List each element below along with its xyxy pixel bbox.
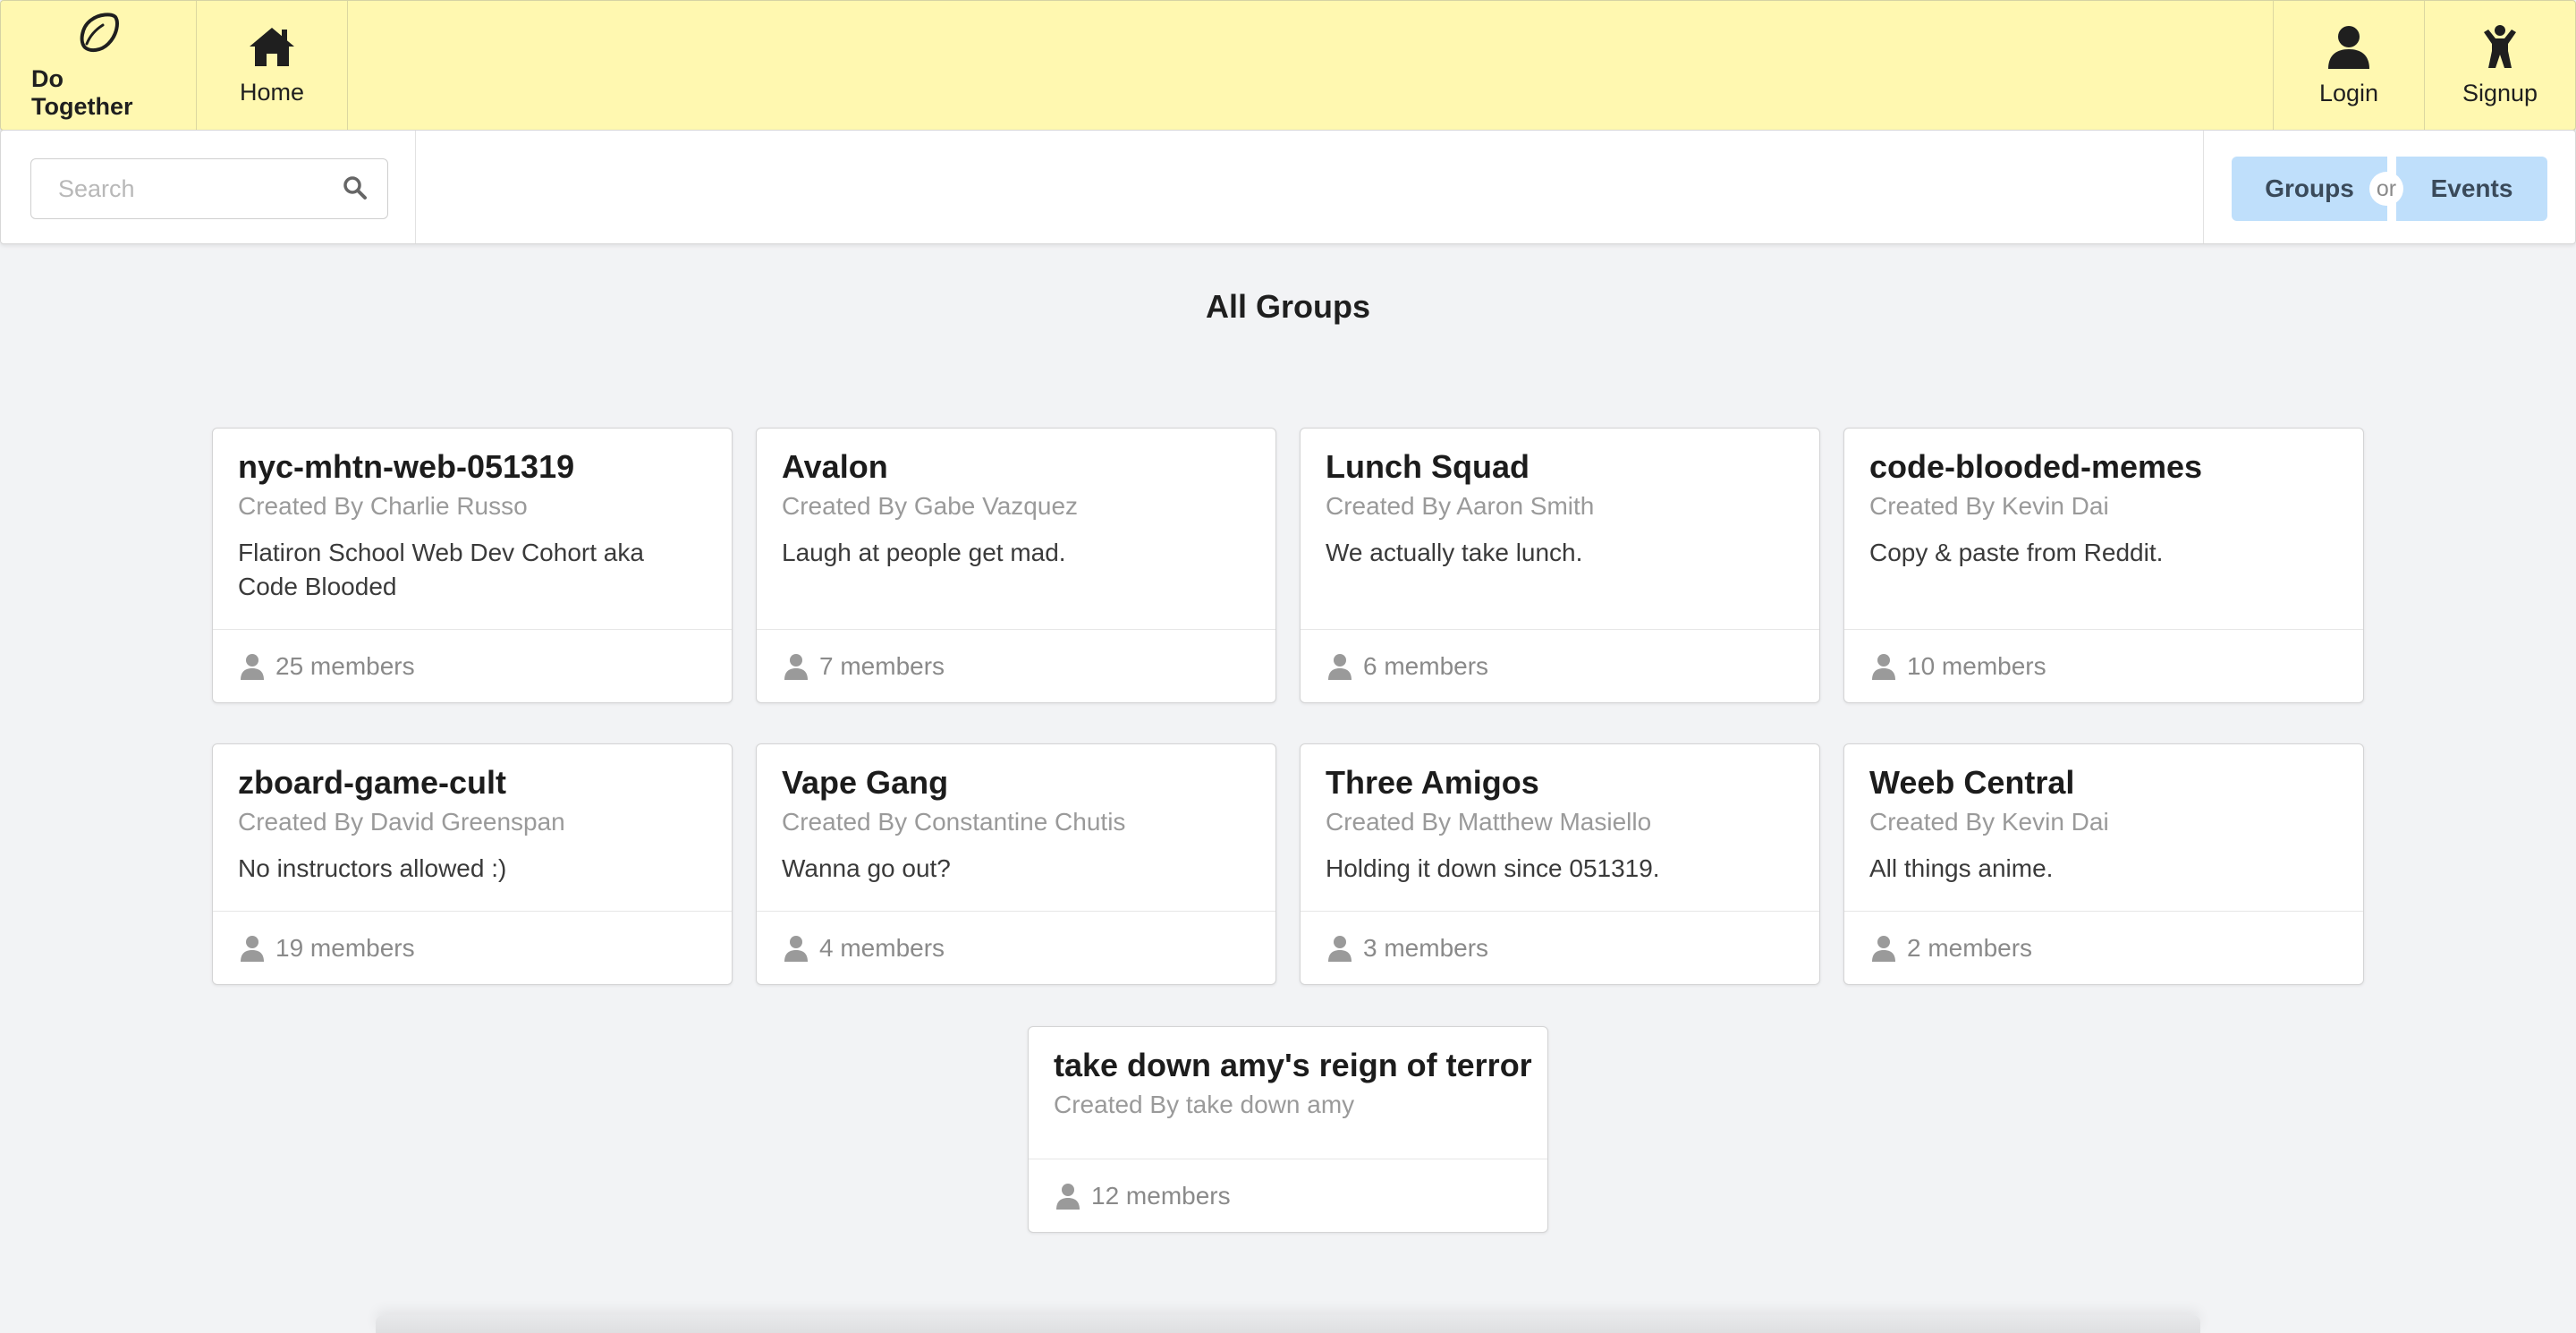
toolbar-divider [2203, 131, 2204, 243]
search-icon[interactable] [343, 175, 368, 200]
page-title: All Groups [1205, 288, 1370, 325]
group-name[interactable]: nyc-mhtn-web-051319 [238, 448, 574, 486]
group-creator: Created By Gabe Vazquez [782, 492, 1079, 520]
groups-events-toggle: Groups Events or [2232, 157, 2547, 221]
member-icon [1056, 1183, 1080, 1210]
nav-signup-label: Signup [2462, 79, 2538, 106]
groups-button[interactable]: Groups [2232, 157, 2387, 221]
member-count: 2 members [1907, 933, 2033, 962]
group-description: Wanna go out? [782, 854, 951, 882]
member-icon [241, 653, 264, 680]
group-card[interactable]: Vape Gang Created By Constantine Chutis … [756, 743, 1276, 985]
member-icon [1872, 935, 1895, 962]
member-icon [241, 935, 264, 962]
child-icon [2484, 24, 2516, 68]
member-icon [1872, 653, 1895, 680]
group-name[interactable]: Lunch Squad [1326, 448, 1530, 486]
user-icon [2328, 25, 2369, 69]
member-count: 10 members [1907, 651, 2046, 680]
group-description: Copy & paste from Reddit. [1869, 539, 2164, 566]
card-footer: 6 members [1301, 629, 1819, 702]
group-name[interactable]: Three Amigos [1326, 764, 1539, 802]
card-footer: 12 members [1029, 1159, 1547, 1232]
group-creator: Created By Charlie Russo [238, 492, 528, 520]
events-button[interactable]: Events [2396, 157, 2547, 221]
card-footer: 4 members [757, 911, 1275, 984]
group-name[interactable]: Avalon [782, 448, 888, 486]
group-creator: Created By Constantine Chutis [782, 808, 1126, 836]
group-creator: Created By Matthew Masiello [1326, 808, 1652, 836]
group-card[interactable]: Weeb Central Created By Kevin Dai All th… [1843, 743, 2364, 985]
toolbar-divider [415, 131, 416, 243]
or-divider: or [2369, 172, 2403, 206]
group-card[interactable]: Avalon Created By Gabe Vazquez Laugh at … [756, 428, 1276, 703]
card-footer: 3 members [1301, 911, 1819, 984]
bottom-panel-edge [376, 1315, 2200, 1333]
group-description: No instructors allowed :) [238, 854, 507, 882]
group-description: Holding it down since 051319. [1326, 854, 1660, 882]
group-description: Flatiron School Web Dev Cohort aka Code … [238, 539, 644, 600]
group-creator: Created By take down amy [1054, 1091, 1355, 1118]
member-count: 6 members [1363, 651, 1489, 680]
group-card[interactable]: Lunch Squad Created By Aaron Smith We ac… [1300, 428, 1820, 703]
search-box [30, 158, 388, 219]
card-footer: 25 members [213, 629, 732, 702]
group-creator: Created By Aaron Smith [1326, 492, 1595, 520]
top-nav-bar: Do Together Home Login Signup [0, 0, 2576, 131]
member-count: 7 members [819, 651, 945, 680]
member-count: 19 members [275, 933, 415, 962]
group-name[interactable]: Weeb Central [1869, 764, 2074, 802]
nav-home-label: Home [239, 78, 305, 106]
group-description: We actually take lunch. [1326, 539, 1583, 566]
member-icon [784, 935, 808, 962]
search-input[interactable] [56, 159, 328, 218]
card-footer: 7 members [757, 629, 1275, 702]
group-card[interactable]: nyc-mhtn-web-051319 Created By Charlie R… [212, 428, 733, 703]
member-icon [784, 653, 808, 680]
group-name[interactable]: take down amy's reign of terror [1054, 1047, 1532, 1084]
nav-login-label: Login [2318, 79, 2379, 106]
card-footer: 2 members [1844, 911, 2363, 984]
group-card[interactable]: zboard-game-cult Created By David Greens… [212, 743, 733, 985]
nav-home[interactable]: Home [197, 1, 348, 130]
group-name[interactable]: code-blooded-memes [1869, 448, 2202, 486]
member-icon [1328, 653, 1352, 680]
brand-label: Do Together [31, 65, 133, 120]
group-creator: Created By Kevin Dai [1869, 492, 2109, 520]
group-card[interactable]: code-blooded-memes Created By Kevin Dai … [1843, 428, 2364, 703]
group-card[interactable]: Three Amigos Created By Matthew Masiello… [1300, 743, 1820, 985]
member-count: 4 members [819, 933, 945, 962]
group-description: All things anime. [1869, 854, 2054, 882]
member-count: 3 members [1363, 933, 1489, 962]
group-creator: Created By Kevin Dai [1869, 808, 2109, 836]
search-toolbar: Groups Events or [0, 130, 2576, 244]
brand-link[interactable]: Do Together [1, 1, 197, 130]
group-name[interactable]: zboard-game-cult [238, 764, 506, 802]
member-count: 12 members [1091, 1181, 1231, 1210]
nav-signup[interactable]: Signup [2424, 1, 2575, 130]
group-description: Laugh at people get mad. [782, 539, 1066, 566]
member-count: 25 members [275, 651, 415, 680]
group-name[interactable]: Vape Gang [782, 764, 948, 802]
group-card[interactable]: take down amy's reign of terror Created … [1028, 1026, 1548, 1233]
lemon-icon [80, 13, 119, 53]
home-icon [250, 27, 294, 66]
nav-login[interactable]: Login [2273, 1, 2424, 130]
member-icon [1328, 935, 1352, 962]
group-creator: Created By David Greenspan [238, 808, 565, 836]
card-footer: 19 members [213, 911, 732, 984]
card-footer: 10 members [1844, 629, 2363, 702]
